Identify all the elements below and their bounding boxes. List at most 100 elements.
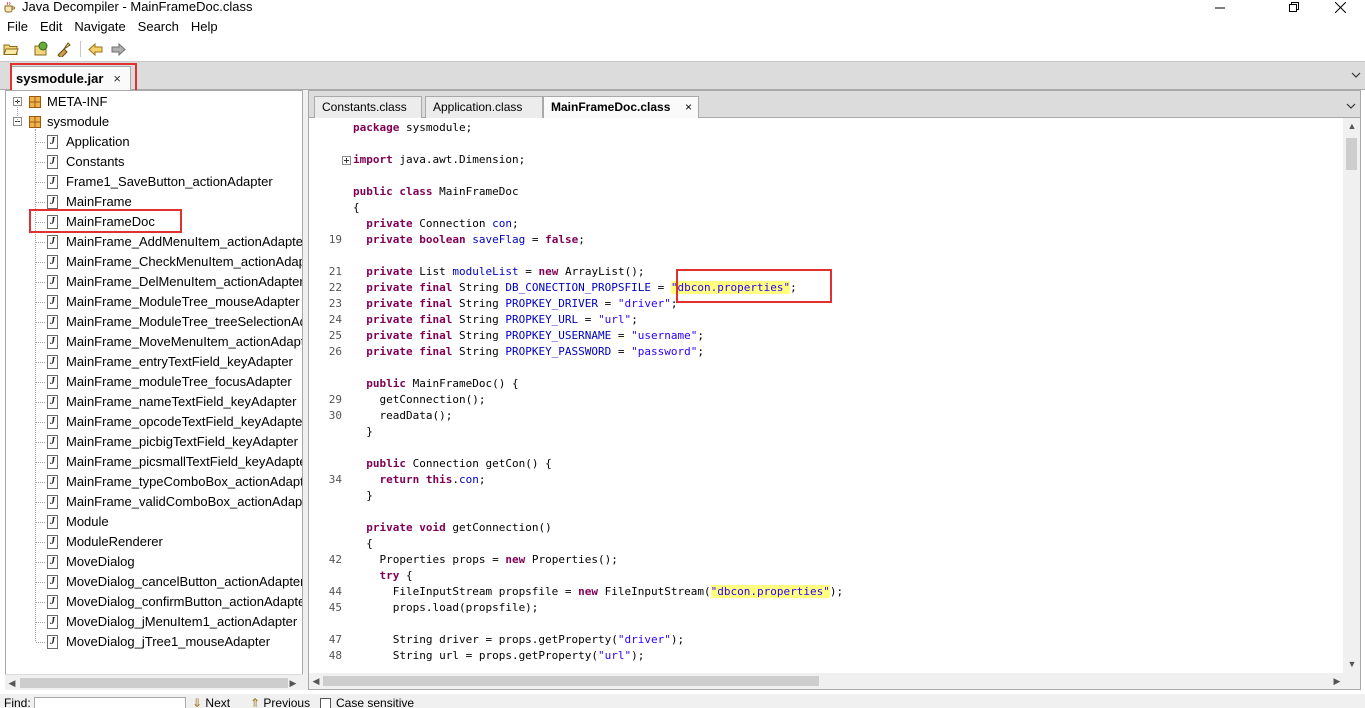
- code-view[interactable]: package sysmodule; import java.awt.Dimens…: [309, 118, 1342, 673]
- field-name: PROPKEY_PASSWORD: [505, 345, 612, 358]
- tree-class-item[interactable]: J Module: [6, 512, 302, 532]
- tree-package-sysmodule[interactable]: sysmodule: [6, 112, 302, 132]
- code-vertical-scrollbar[interactable]: ▲ ▼: [1343, 118, 1360, 673]
- find-previous-button[interactable]: ⇑ Previous: [250, 696, 310, 708]
- java-class-icon: J: [47, 315, 58, 329]
- tab-application-class[interactable]: Application.class: [425, 96, 543, 118]
- tree-package-meta-inf[interactable]: META-INF: [6, 92, 302, 112]
- tree-class-item[interactable]: J MainFrameDoc: [6, 212, 302, 232]
- menu-navigate[interactable]: Navigate: [69, 17, 130, 37]
- code-line: try {: [309, 568, 1342, 584]
- field-name: con: [458, 473, 479, 486]
- tree-class-item[interactable]: J MoveDialog_confirmButton_actionAdapter: [6, 592, 302, 612]
- menu-search[interactable]: Search: [133, 17, 184, 37]
- tree-class-item[interactable]: J MainFrame_ModuleTree_mouseAdapter: [6, 292, 302, 312]
- tree-class-item[interactable]: J MainFrame_picsmallTextField_keyAdapter: [6, 452, 302, 472]
- tab-constants-class[interactable]: Constants.class: [314, 96, 422, 118]
- open-type-hierarchy-button[interactable]: [55, 41, 73, 57]
- scroll-up-icon[interactable]: ▲: [1346, 120, 1358, 132]
- scroll-thumb[interactable]: [1346, 138, 1357, 170]
- editor-tab-list-dropdown-icon[interactable]: [1346, 101, 1356, 111]
- tree-class-label: MoveDialog: [66, 554, 135, 569]
- code-token: =: [611, 345, 632, 358]
- close-window-button[interactable]: [1320, 0, 1360, 14]
- file-tab-sysmodule-jar[interactable]: sysmodule.jar ×: [11, 66, 131, 90]
- tree-class-label: Module: [66, 514, 109, 529]
- find-input[interactable]: [34, 697, 186, 708]
- code-token: Connection: [412, 217, 493, 230]
- tree-class-item[interactable]: J MoveDialog_jTree1_mouseAdapter: [6, 632, 302, 652]
- flashlight-icon: [57, 42, 71, 57]
- scroll-thumb[interactable]: [323, 676, 819, 686]
- scroll-left-icon[interactable]: ◀: [310, 675, 322, 687]
- code-horizontal-scrollbar[interactable]: ◀ ▶: [309, 673, 1360, 689]
- tree-class-item[interactable]: J MainFrame_DelMenuItem_actionAdapter: [6, 272, 302, 292]
- tree-class-item[interactable]: J MainFrame_AddMenuItem_actionAdapter: [6, 232, 302, 252]
- menu-edit[interactable]: Edit: [35, 17, 67, 37]
- close-tab-icon[interactable]: ×: [685, 97, 692, 117]
- close-tab-icon[interactable]: ×: [113, 71, 121, 86]
- code-token: =: [598, 297, 618, 310]
- back-button[interactable]: [86, 41, 104, 57]
- code-line: import java.awt.Dimension;: [309, 152, 1342, 168]
- tree-class-label: Frame1_SaveButton_actionAdapter: [66, 174, 273, 189]
- tree-class-item[interactable]: J MainFrame_opcodeTextField_keyAdapter: [6, 412, 302, 432]
- minimize-button[interactable]: [1200, 0, 1240, 14]
- tree-class-item[interactable]: J Frame1_SaveButton_actionAdapter: [6, 172, 302, 192]
- tree-horizontal-scrollbar[interactable]: ◀ ▶: [5, 674, 303, 690]
- tree-class-item[interactable]: J MainFrame_CheckMenuItem_actionAdapter: [6, 252, 302, 272]
- tree-class-item[interactable]: J MainFrame_entryTextField_keyAdapter: [6, 352, 302, 372]
- tree-class-item[interactable]: J MainFrame_nameTextField_keyAdapter: [6, 392, 302, 412]
- tree-class-item[interactable]: J Application: [6, 132, 302, 152]
- tree-class-item[interactable]: J MainFrame_ModuleTree_treeSelectionAdapt…: [6, 312, 302, 332]
- open-file-button[interactable]: [2, 41, 20, 57]
- menu-help[interactable]: Help: [186, 17, 223, 37]
- keyword: private final: [366, 345, 453, 358]
- tree-class-item[interactable]: J ModuleRenderer: [6, 532, 302, 552]
- keyword: false: [545, 233, 579, 246]
- tree-class-label: MainFrame_CheckMenuItem_actionAdapter: [66, 254, 303, 269]
- scroll-right-icon[interactable]: ▶: [1331, 675, 1343, 687]
- find-next-button[interactable]: ⇓ Next: [192, 696, 230, 708]
- code-text: getConnection();: [353, 392, 485, 408]
- tree-class-item[interactable]: J MainFrame_validComboBox_actionAdapter: [6, 492, 302, 512]
- tree-class-item[interactable]: J MainFrame_typeComboBox_actionAdapter: [6, 472, 302, 492]
- code-text: }: [353, 488, 373, 504]
- keyword: try: [379, 569, 400, 582]
- scroll-thumb[interactable]: [20, 678, 288, 688]
- java-class-icon: J: [47, 135, 58, 149]
- code-token: }: [353, 425, 373, 438]
- tree-class-item[interactable]: J MoveDialog_jMenuItem1_actionAdapter: [6, 612, 302, 632]
- code-text: private final String PROPKEY_URL = "url"…: [353, 312, 638, 328]
- code-line: {: [309, 536, 1342, 552]
- scroll-left-icon[interactable]: ◀: [6, 677, 18, 689]
- restore-button[interactable]: [1274, 0, 1314, 14]
- tree-class-label: MoveDialog_cancelButton_actionAdapter: [66, 574, 303, 589]
- tree-class-item[interactable]: J MainFrame: [6, 192, 302, 212]
- tree-class-item[interactable]: J MainFrame_picbigTextField_keyAdapter: [6, 432, 302, 452]
- find-next-label: Next: [205, 696, 231, 708]
- tree-class-item[interactable]: J Constants: [6, 152, 302, 172]
- case-sensitive-checkbox[interactable]: [320, 698, 331, 708]
- scroll-right-icon[interactable]: ▶: [287, 677, 299, 689]
- tree-class-item[interactable]: J MainFrame_MoveMenuItem_actionAdapter: [6, 332, 302, 352]
- expand-imports-icon[interactable]: [342, 156, 351, 165]
- menu-file[interactable]: File: [2, 17, 33, 37]
- open-type-button[interactable]: [32, 41, 50, 57]
- field-name: DB_CONECTION_PROPSFILE: [505, 281, 652, 294]
- tree-class-item[interactable]: J MoveDialog_cancelButton_actionAdapter: [6, 572, 302, 592]
- code-token: );: [631, 649, 645, 662]
- tree-class-label: MainFrame_MoveMenuItem_actionAdapter: [66, 334, 303, 349]
- forward-button[interactable]: [109, 41, 127, 57]
- tab-mainframedoc-class[interactable]: MainFrameDoc.class ×: [543, 96, 699, 118]
- tree-class-label: MoveDialog_jMenuItem1_actionAdapter: [66, 614, 298, 629]
- code-token: =: [578, 313, 599, 326]
- tree-class-item[interactable]: J MoveDialog: [6, 552, 302, 572]
- keyword: private final: [366, 297, 453, 310]
- java-class-icon: J: [47, 535, 58, 549]
- tab-list-dropdown-icon[interactable]: [1351, 70, 1361, 80]
- arrow-right-icon: [111, 42, 126, 56]
- tree-class-item[interactable]: J MainFrame_moduleTree_focusAdapter: [6, 372, 302, 392]
- scroll-down-icon[interactable]: ▼: [1346, 658, 1358, 670]
